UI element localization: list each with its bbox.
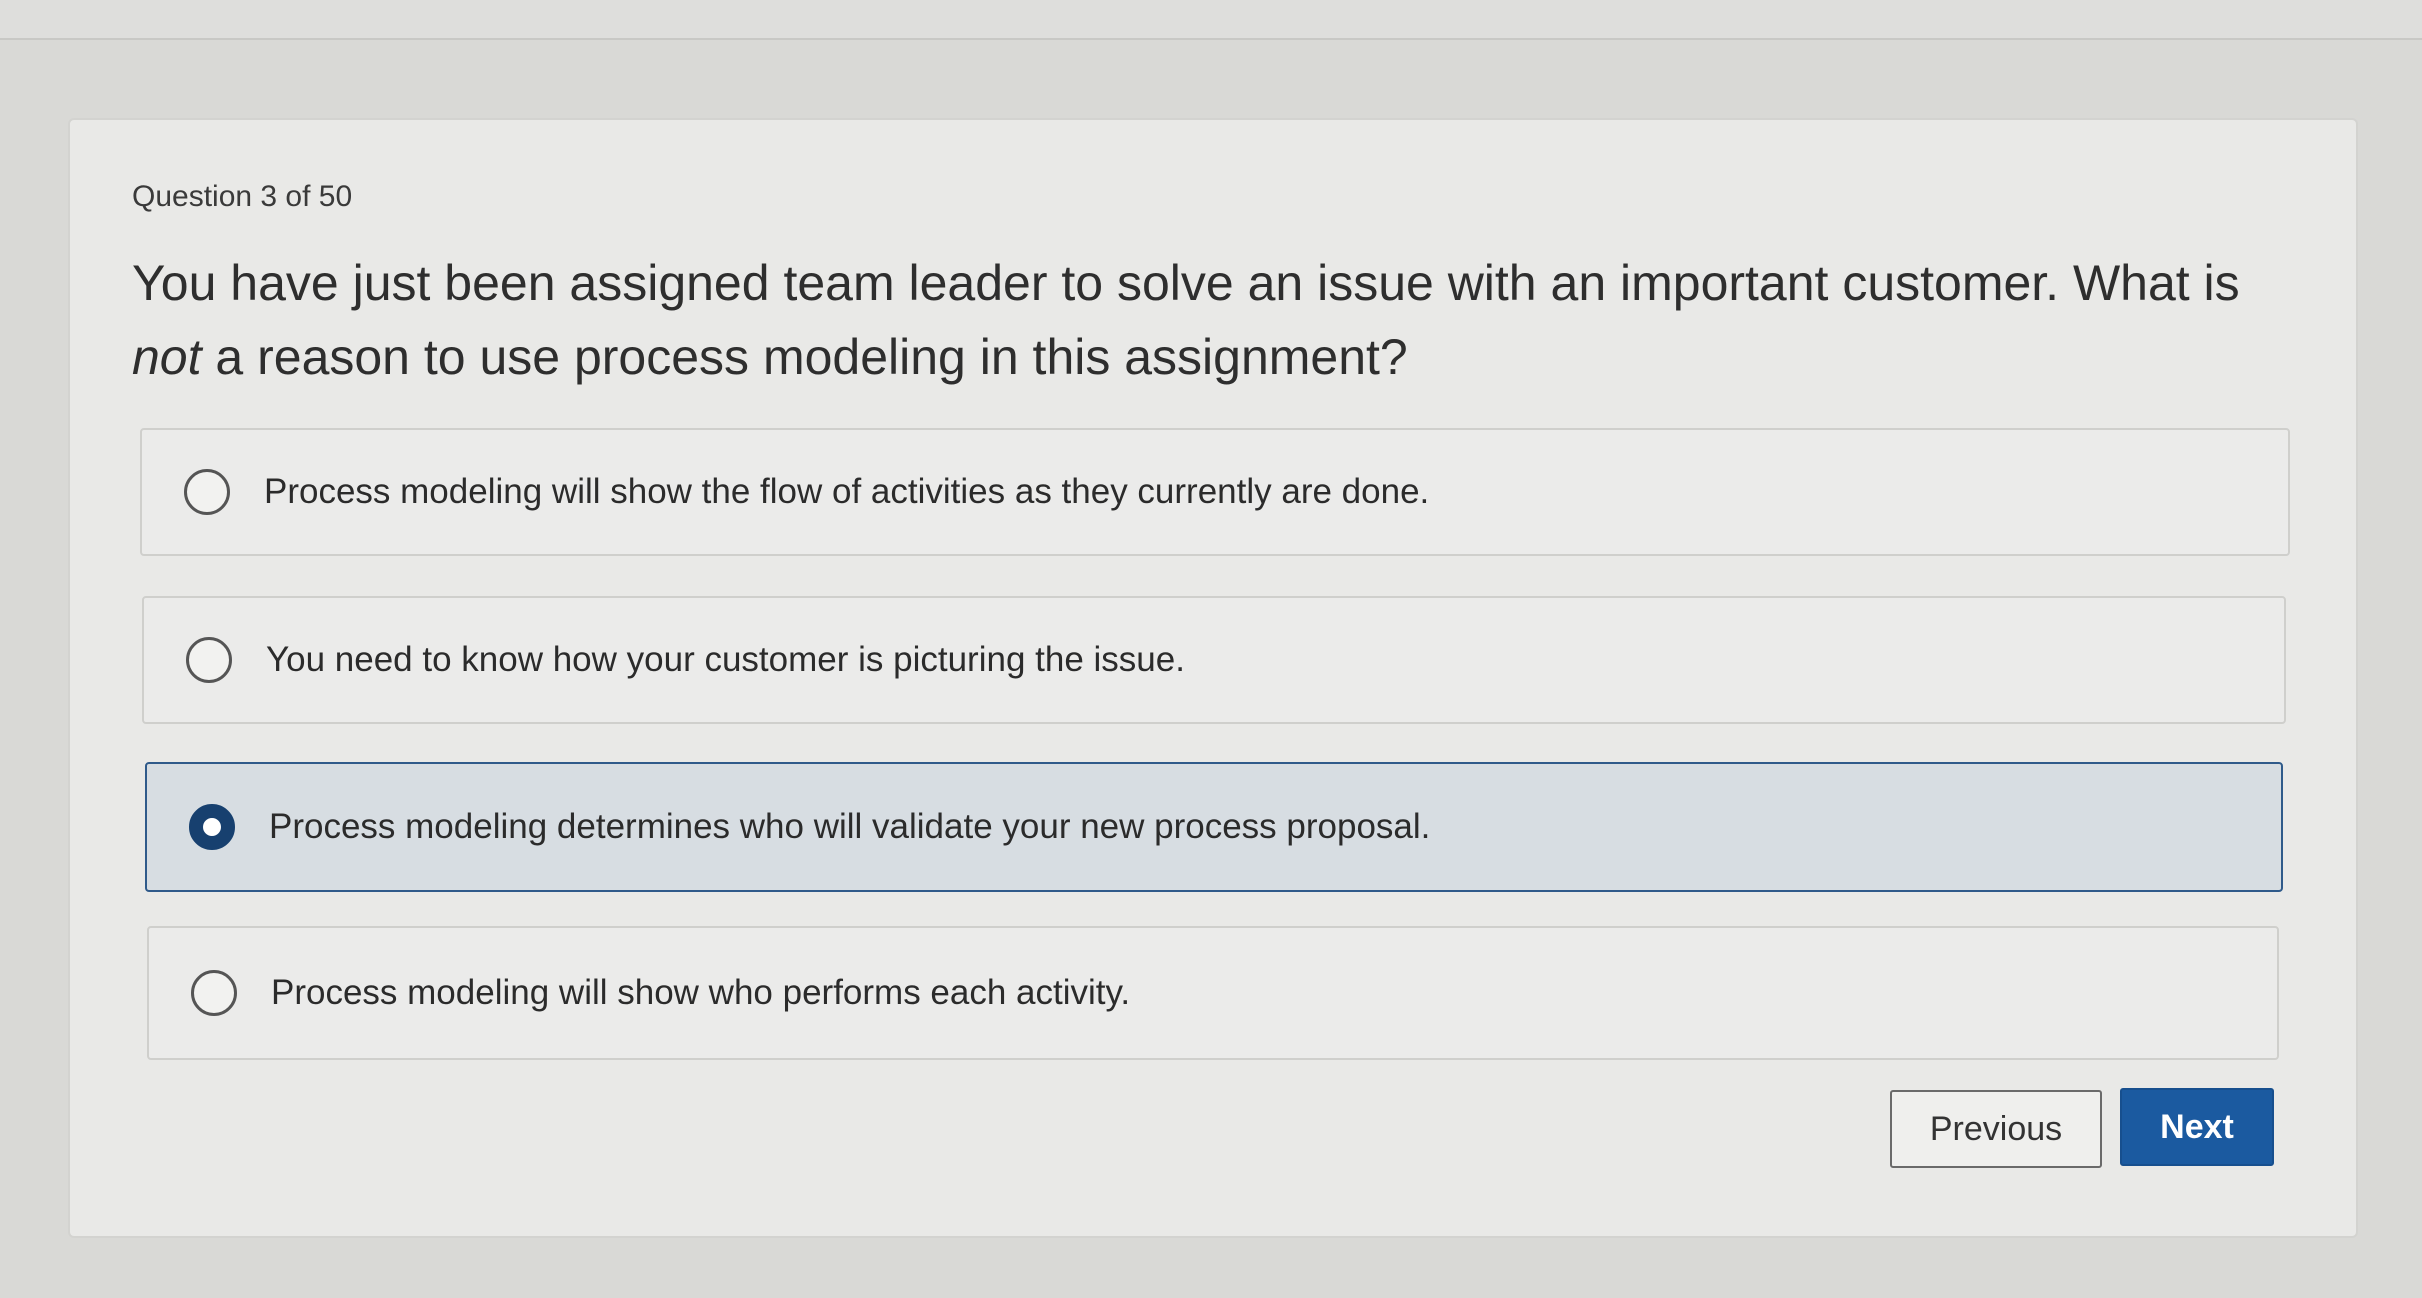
- answer-option-label: Process modeling determines who will val…: [269, 807, 1431, 846]
- answer-option-label: Process modeling will show who performs …: [271, 973, 1131, 1012]
- question-text: You have just been assigned team leader …: [132, 246, 2272, 394]
- radio-button-icon[interactable]: [186, 637, 232, 683]
- answer-option-label: You need to know how your customer is pi…: [266, 640, 1185, 679]
- answer-option-2[interactable]: You need to know how your customer is pi…: [142, 596, 2286, 724]
- answer-option-3[interactable]: Process modeling determines who will val…: [145, 762, 2283, 892]
- question-text-part1: You have just been assigned team leader …: [132, 255, 2240, 311]
- previous-button[interactable]: Previous: [1890, 1090, 2102, 1168]
- radio-button-checked-icon[interactable]: [189, 804, 235, 850]
- browser-top-bar: [0, 0, 2422, 40]
- question-text-part2: a reason to use process modeling in this…: [201, 329, 1408, 385]
- radio-button-icon[interactable]: [184, 469, 230, 515]
- question-counter: Question 3 of 50: [132, 180, 353, 213]
- answer-option-1[interactable]: Process modeling will show the flow of a…: [140, 428, 2290, 556]
- radio-button-icon[interactable]: [191, 970, 237, 1016]
- next-button[interactable]: Next: [2120, 1088, 2274, 1166]
- answer-option-label: Process modeling will show the flow of a…: [264, 472, 1430, 511]
- answer-option-4[interactable]: Process modeling will show who performs …: [147, 926, 2279, 1060]
- question-text-emphasis: not: [132, 329, 202, 385]
